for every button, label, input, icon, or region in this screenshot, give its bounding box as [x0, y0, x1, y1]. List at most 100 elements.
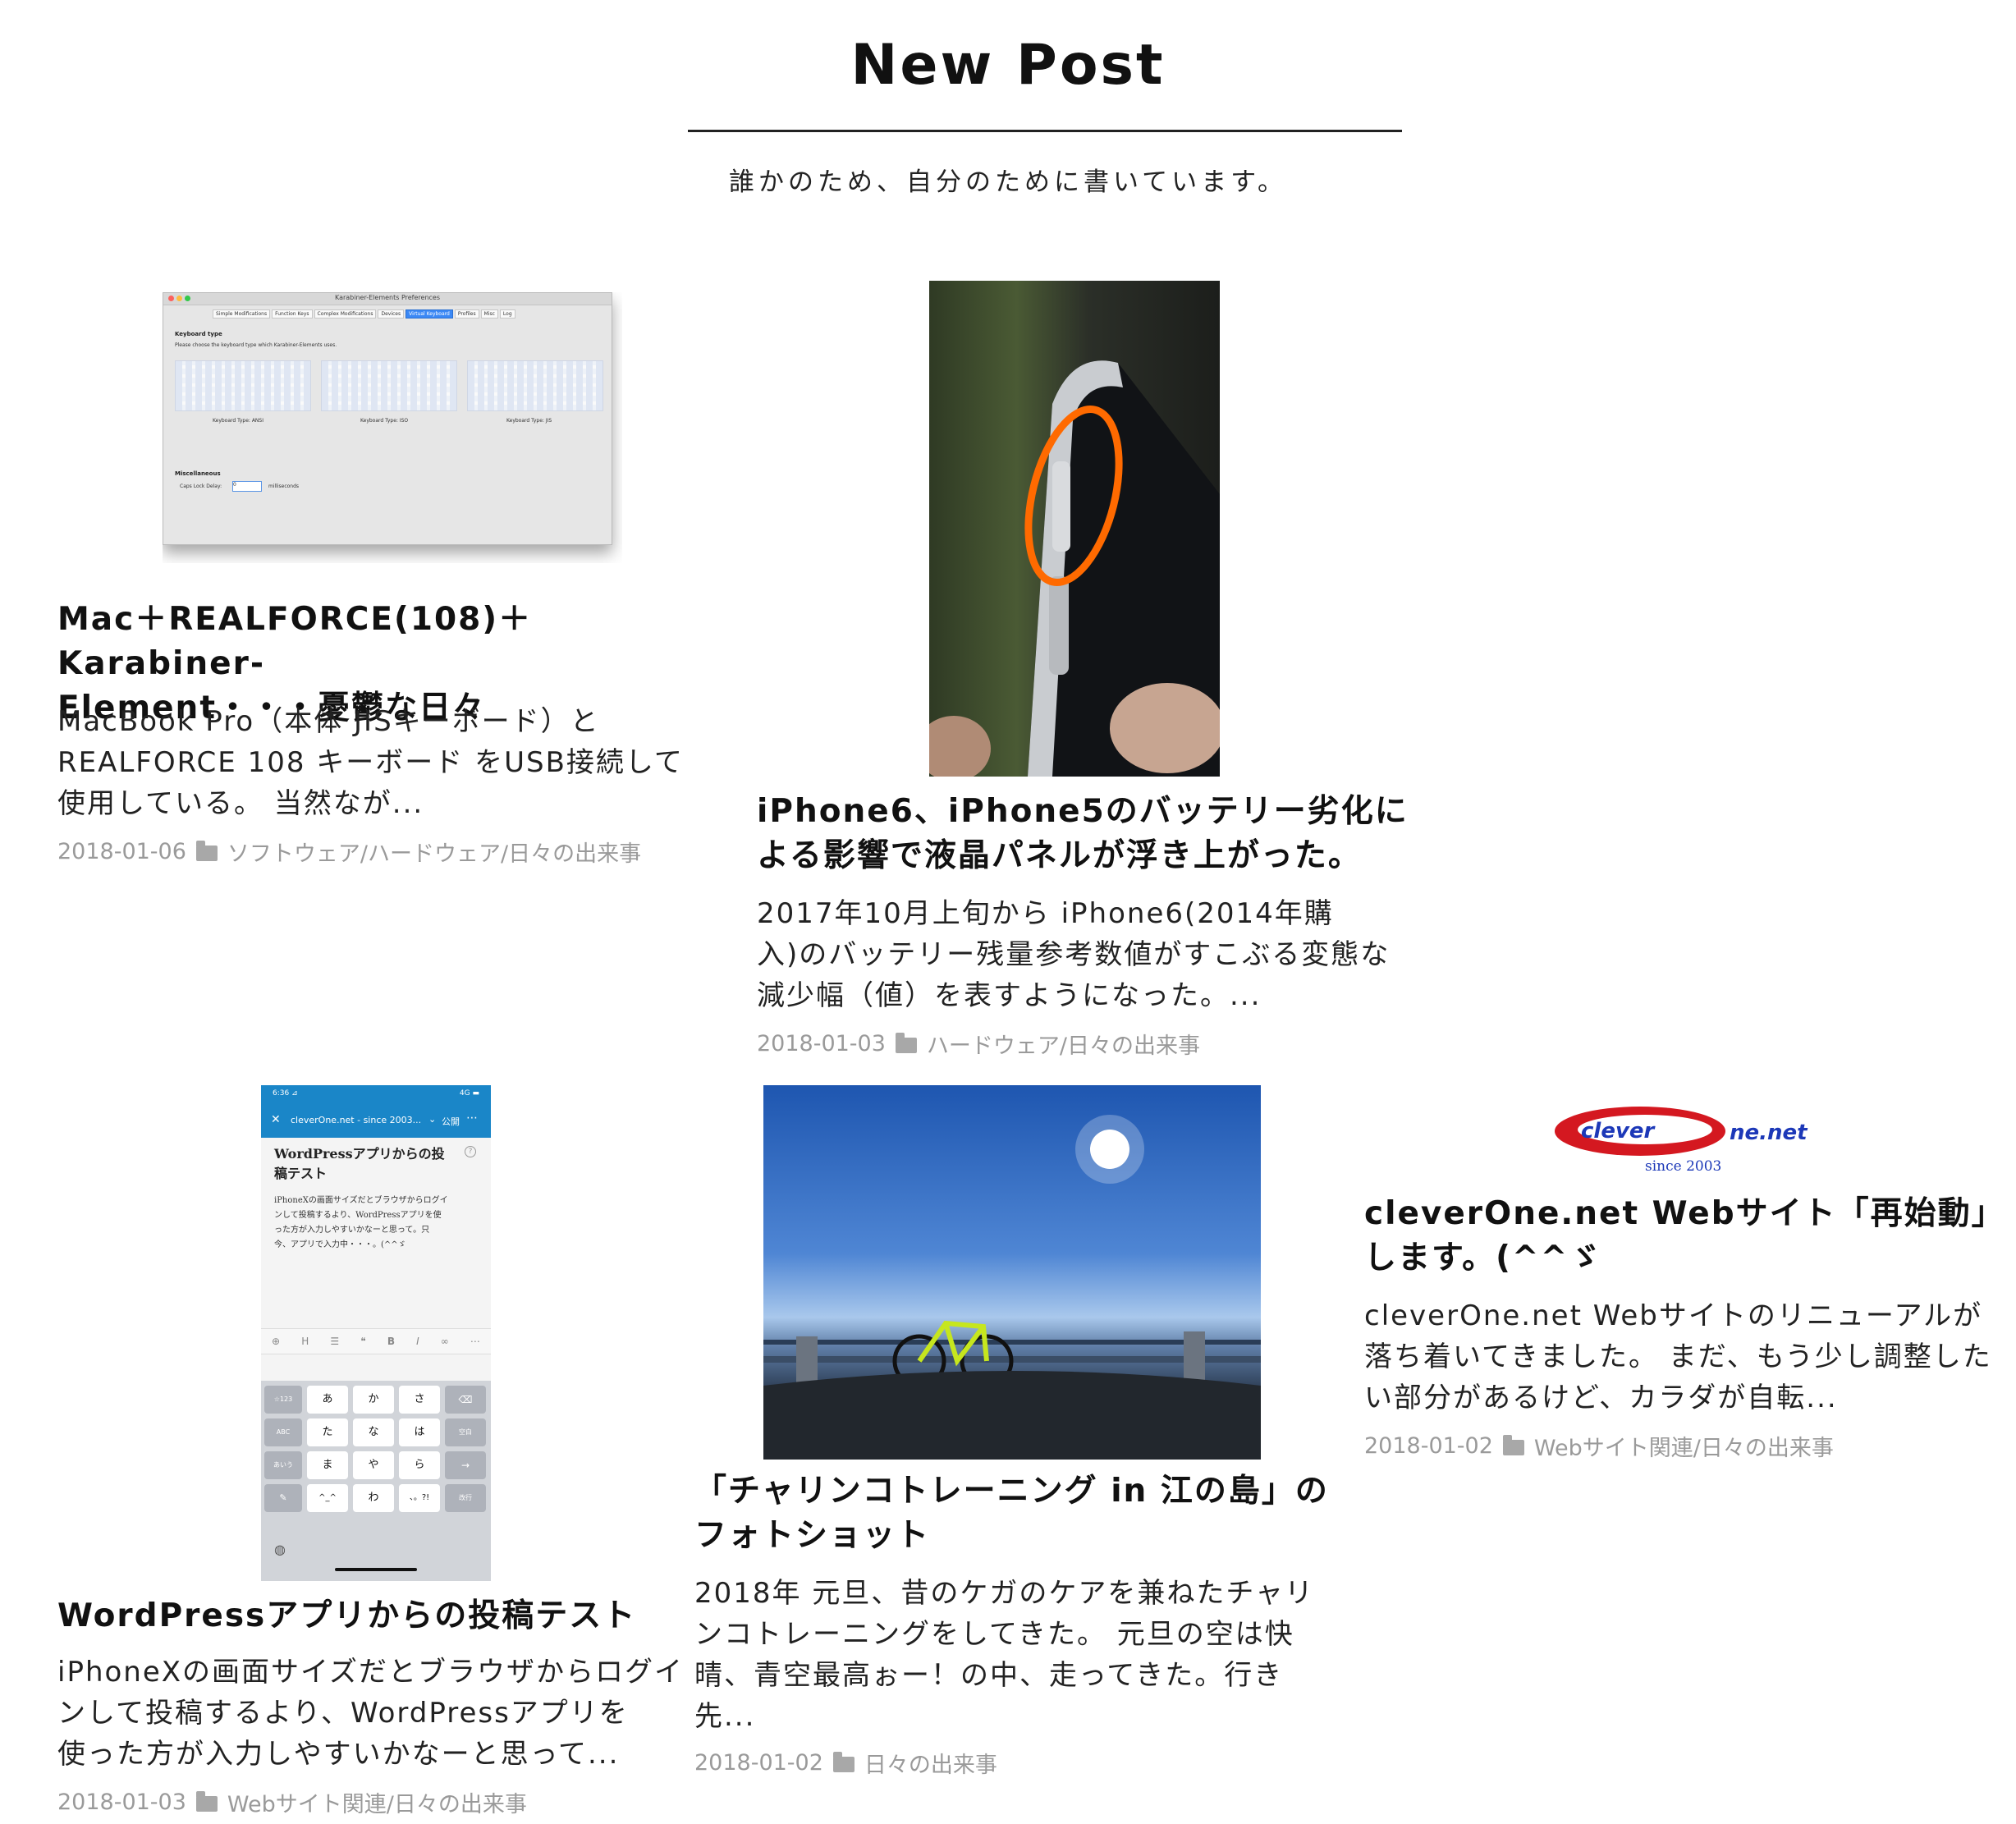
caps-lock-unit: milliseconds: [268, 483, 300, 489]
key-return: 改行: [445, 1484, 486, 1512]
post-category-link[interactable]: 日々の出来事: [864, 1747, 997, 1779]
draft-title-line: 稿テスト: [274, 1166, 328, 1181]
excerpt-line: ンして投稿するより、WordPressアプリを: [57, 1697, 629, 1730]
section-subtitle: 誰かのため、自分のために書いています。: [729, 167, 1287, 197]
key: か: [353, 1386, 394, 1414]
excerpt-line: REALFORCE 108 キーボード をUSB接続して: [57, 746, 684, 779]
title-line: よる影響で液晶パネルが浮き上がった。: [757, 837, 1362, 874]
draft-body: iPhoneXの画面サイズだとブラウザからログイ ンして投稿するより、WordP…: [274, 1194, 479, 1253]
misc-label: Miscellaneous: [175, 470, 221, 477]
keyboard-type-label: Keyboard type: [175, 331, 222, 337]
close-icon: ✕: [271, 1113, 281, 1126]
post-date: 2018-01-02: [1364, 1433, 1493, 1459]
key-backspace: ⌫: [445, 1386, 486, 1414]
draft-title: WordPressアプリからの投 稿テスト: [274, 1144, 471, 1184]
preferences-window-image: Karabiner-Elements Preferences Simple Mo…: [163, 292, 612, 545]
draft-body-line: 今、アプリで入力中・・・。(^^ゞ: [274, 1240, 406, 1249]
wordpress-app-screenshot: 6:36 ⊿ 4G ▬ ✕ cleverOne.net - since 2003…: [261, 1085, 491, 1581]
tab: Complex Modifications: [314, 309, 377, 319]
ansi-keyboard-image: [175, 360, 311, 411]
iphone-side-photo: [929, 281, 1220, 777]
excerpt-line: 晴、青空最高ぉー！の中、走ってきた。行き: [694, 1659, 1284, 1692]
post-date: 2018-01-06: [57, 839, 186, 864]
title-line: 「チャリンコトレーニング in 江の島」の: [694, 1473, 1329, 1510]
post-category-link[interactable]: ソフトウェア/ハードウェア/日々の出来事: [227, 836, 641, 868]
post-5-excerpt: cleverOne.net Webサイトのリニューアルが 落ち着いてきました。 …: [1364, 1295, 2013, 1418]
folder-icon: [895, 1033, 917, 1053]
title-line: します。(^^ゞ: [1364, 1240, 1603, 1276]
post-date: 2018-01-03: [757, 1031, 886, 1056]
excerpt-line: い部分があるけど、カラダが自転...: [1364, 1382, 1838, 1414]
post-1-excerpt: MacBook Pro（本体 JISキーボード）と REALFORCE 108 …: [57, 701, 731, 824]
logo-since: since 2003: [1645, 1158, 1721, 1175]
window-titlebar: Karabiner-Elements Preferences: [163, 293, 612, 305]
post-1-thumbnail[interactable]: Karabiner-Elements Preferences Simple Mo…: [163, 292, 622, 563]
option-ansi: Keyboard Type: ANSI: [213, 418, 263, 424]
excerpt-line: 落ち着いてきました。 まだ、もう少し調整した: [1364, 1341, 1992, 1373]
tab: Profiles: [454, 309, 479, 319]
post-3-thumbnail[interactable]: 6:36 ⊿ 4G ▬ ✕ cleverOne.net - since 2003…: [261, 1085, 491, 1581]
tab: Function Keys: [272, 309, 313, 319]
excerpt-line: MacBook Pro（本体 JISキーボード）と: [57, 705, 600, 738]
publish-label: 公開: [442, 1116, 460, 1127]
draft-title-line: WordPressアプリからの投: [274, 1146, 445, 1162]
window-title: Karabiner-Elements Preferences: [334, 294, 441, 301]
caps-lock-label: Caps Lock Delay:: [180, 483, 222, 489]
key-arrow: →: [445, 1451, 486, 1479]
key: な: [353, 1418, 394, 1446]
home-indicator: [335, 1568, 417, 1571]
post-4-thumbnail[interactable]: [763, 1085, 1261, 1460]
jis-keyboard-image: [467, 360, 603, 411]
post-3-title[interactable]: WordPressアプリからの投稿テスト: [57, 1594, 706, 1638]
status-signal: 4G ▬: [459, 1089, 479, 1098]
tab: Misc: [480, 309, 498, 319]
draft-body-line: ンして投稿するより、WordPressアプリを使: [274, 1211, 442, 1220]
app-header-title: cleverOne.net - since 2003...: [291, 1115, 422, 1125]
post-5-title[interactable]: cleverOne.net Webサイト「再始動」 します。(^^ゞ: [1364, 1192, 2013, 1281]
post-date: 2018-01-03: [57, 1790, 186, 1815]
post-2-title[interactable]: iPhone6、iPhone5のバッテリー劣化に よる影響で液晶パネルが浮き上が…: [757, 790, 1430, 878]
status-bar: 6:36 ⊿ 4G ▬: [261, 1085, 491, 1103]
option-jis-selected: Keyboard Type: JIS: [506, 418, 552, 424]
key: ら: [399, 1451, 440, 1479]
draft-body-line: った方が入力しやすいかなーと思って。只: [274, 1226, 430, 1235]
key-side-left-2: ABC: [264, 1418, 302, 1446]
title-line: WordPressアプリからの投稿テスト: [57, 1597, 637, 1634]
post-date: 2018-01-02: [694, 1750, 823, 1776]
post-category-link[interactable]: ハードウェア/日々の出来事: [927, 1028, 1200, 1060]
excerpt-line: 使った方が入力しやすいかなーと思って...: [57, 1738, 620, 1771]
folder-icon: [832, 1752, 855, 1772]
help-icon: ?: [465, 1146, 476, 1157]
draft-body-line: iPhoneXの画面サイズだとブラウザからログイ: [274, 1196, 448, 1205]
folder-icon: [195, 1791, 218, 1812]
chevron-down-icon: ⌄: [428, 1114, 437, 1125]
excerpt-line: ンコトレーニングをしてきた。 元旦の空は快: [694, 1618, 1294, 1651]
post-2-thumbnail[interactable]: [929, 281, 1220, 777]
post-category-link[interactable]: Webサイト関連/日々の出来事: [1534, 1430, 1834, 1462]
excerpt-line: 使用している。 当然なが...: [57, 787, 424, 820]
key: た: [307, 1418, 348, 1446]
post-category-link[interactable]: Webサイト関連/日々の出来事: [227, 1786, 527, 1818]
key: さ: [399, 1386, 440, 1414]
option-iso: Keyboard Type: ISO: [360, 418, 409, 424]
post-5-thumbnail[interactable]: clever ne.net since 2003: [1553, 1100, 1824, 1179]
key: わ: [353, 1484, 394, 1512]
keyboard-switch-icon: ✎: [264, 1484, 302, 1512]
keyboard-type-desc: Please choose the keyboard type which Ka…: [175, 342, 337, 348]
caps-lock-value: 0: [232, 481, 262, 492]
post-3-excerpt: iPhoneXの画面サイズだとブラウザからログイ ンして投稿するより、WordP…: [57, 1652, 706, 1775]
tab: Simple Modifications: [213, 309, 271, 319]
quote-icon: ❝: [360, 1336, 366, 1347]
key-side-left-1: ☆123: [264, 1386, 302, 1414]
title-line: iPhone6、iPhone5のバッテリー劣化に: [757, 793, 1409, 830]
key: は: [399, 1418, 440, 1446]
bicycle-photo-drawing: [763, 1115, 1261, 1460]
post-4-title[interactable]: 「チャリンコトレーニング in 江の島」の フォトショット: [694, 1469, 1368, 1558]
tab: Log: [499, 309, 515, 319]
excerpt-line: iPhoneXの画面サイズだとブラウザからログイ: [57, 1656, 685, 1689]
format-toolbar: ⊕ H ☰ ❝ B I ∞ ⋯: [261, 1328, 491, 1354]
app-header: ✕ cleverOne.net - since 2003... ⌄ 公開 ⋯: [261, 1103, 491, 1138]
add-block-icon: ⊕: [272, 1336, 281, 1347]
tab: Devices: [378, 309, 405, 319]
post-4-excerpt: 2018年 元旦、昔のケガのケアを兼ねたチャリ ンコトレーニングをしてきた。 元…: [694, 1573, 1368, 1737]
